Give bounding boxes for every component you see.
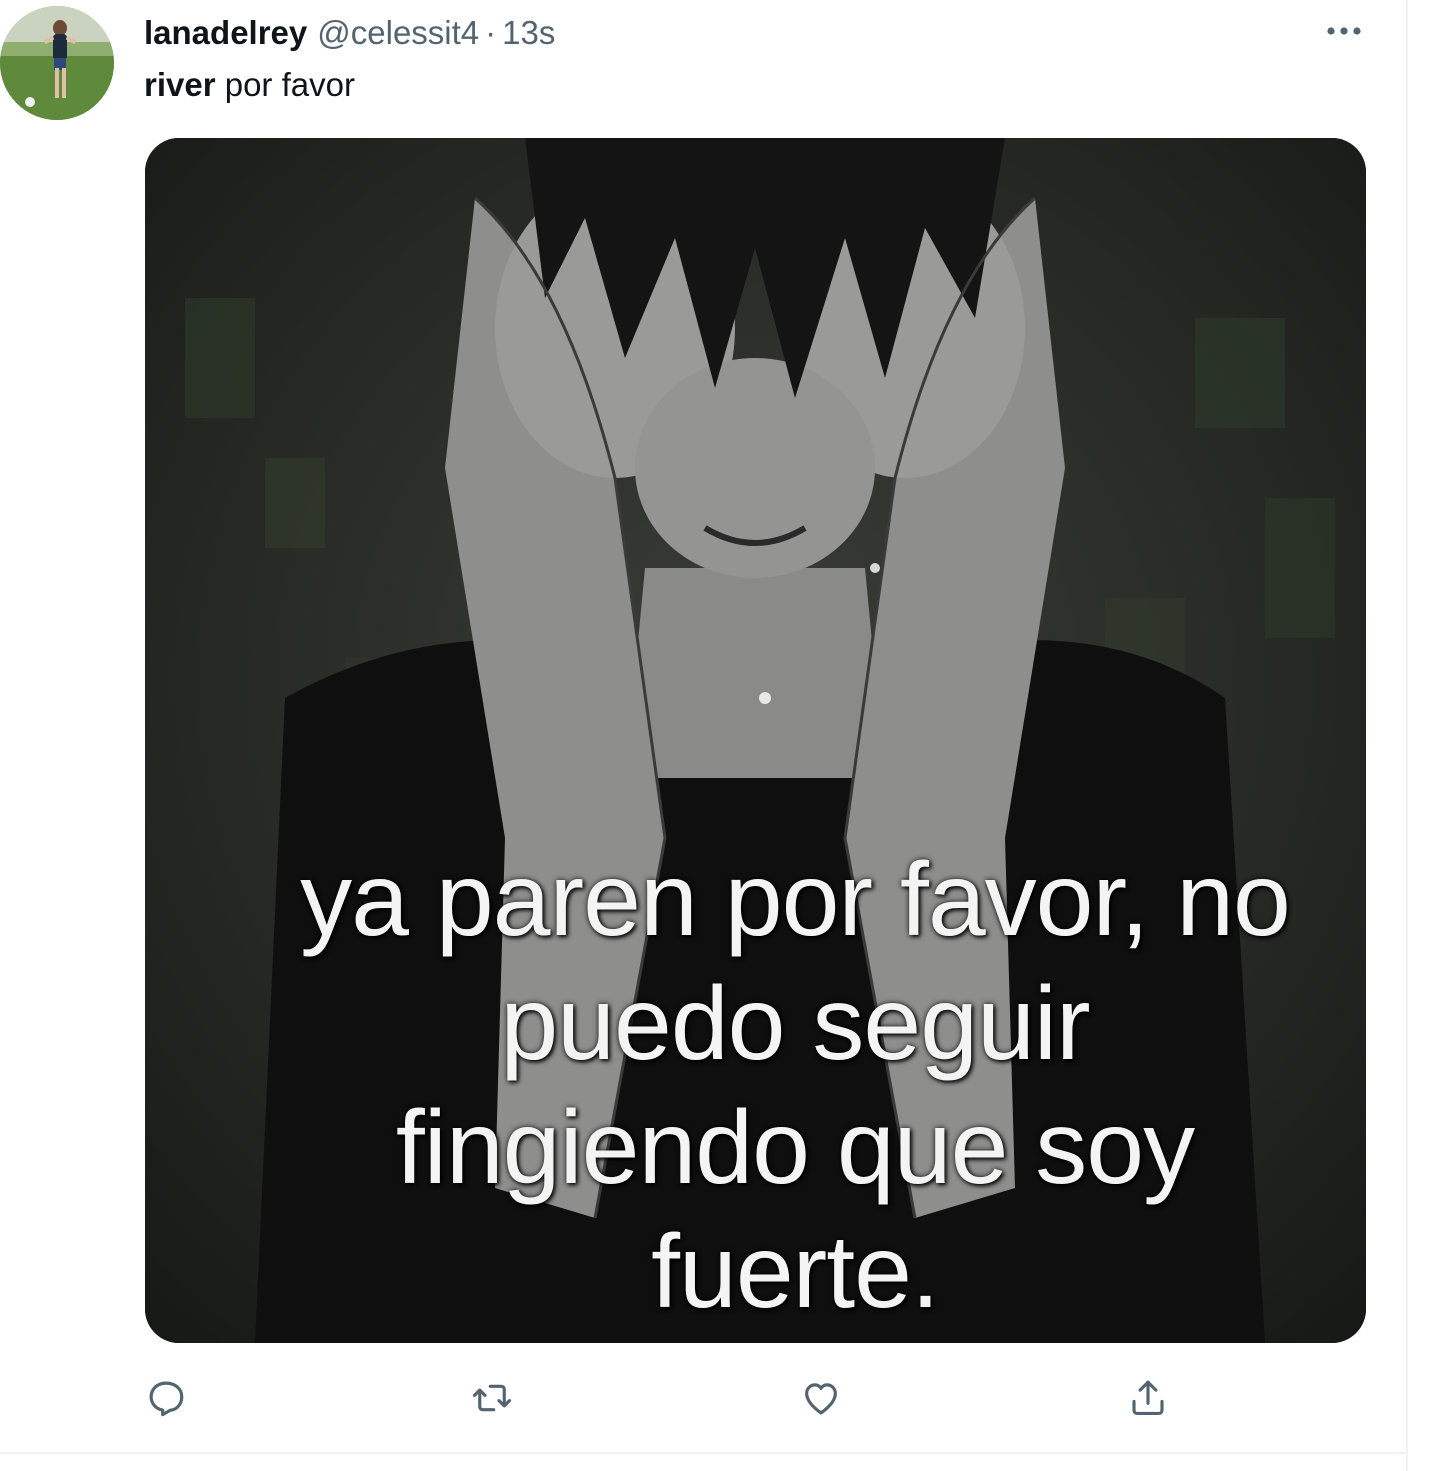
timestamp[interactable]: 13s	[502, 8, 555, 58]
tweet-divider	[0, 1452, 1407, 1454]
avatar[interactable]	[0, 6, 114, 120]
tweet-text-rest: por favor	[215, 66, 355, 103]
header-separator: ·	[485, 14, 497, 51]
column-divider	[1406, 0, 1408, 1471]
more-button[interactable]	[1318, 14, 1370, 48]
caption-line: fuerte.	[651, 1214, 940, 1330]
tweet-header: lanadelrey @celessit4 · 13s	[144, 8, 555, 58]
tweet-media[interactable]: ya paren por favor, no puedo seguir fing…	[145, 138, 1366, 1343]
tweet-container: lanadelrey @celessit4 · 13s river por fa…	[0, 0, 1440, 1471]
caption-line: fingiendo que soy	[395, 1090, 1195, 1206]
share-icon	[1132, 1380, 1164, 1415]
like-button[interactable]	[795, 1372, 847, 1424]
caption-line: puedo seguir	[500, 966, 1090, 1082]
caption-line: ya paren por favor, no	[300, 842, 1291, 958]
more-horizontal-icon	[1327, 27, 1361, 35]
tweet-text-bold: river	[144, 66, 216, 103]
reply-icon	[149, 1381, 184, 1417]
media-caption: ya paren por favor, no puedo seguir fing…	[225, 838, 1365, 1334]
reply-button[interactable]	[140, 1372, 192, 1424]
heart-icon	[805, 1383, 837, 1415]
display-name[interactable]: lanadelrey	[144, 8, 307, 58]
tweet-text: river por favor	[144, 62, 355, 108]
avatar-image	[0, 6, 114, 120]
retweet-button[interactable]	[466, 1372, 518, 1424]
retweet-icon	[472, 1384, 512, 1412]
share-button[interactable]	[1122, 1372, 1174, 1424]
user-handle[interactable]: @celessit4	[317, 8, 479, 58]
